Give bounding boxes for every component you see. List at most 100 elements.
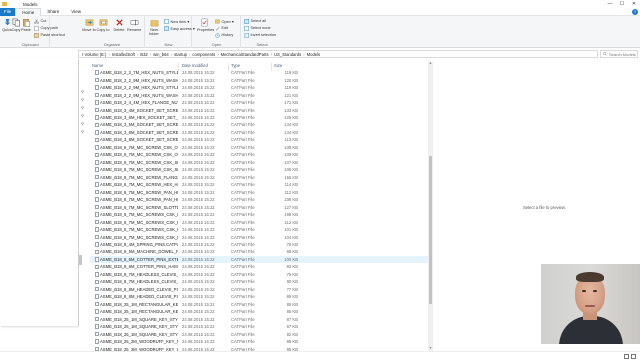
file-row[interactable]: ASME_B18_3_4M_SOCKET_SET_SCREW... 24.08.2… xyxy=(90,106,430,113)
minimize-button[interactable]: — xyxy=(604,0,616,8)
file-row[interactable]: ASME_B18_25_1M_RECTANGULAR_KEY_S... 24.08… xyxy=(90,308,430,315)
breadcrumb-b32[interactable]: B32 xyxy=(140,52,147,57)
file-row[interactable]: ASME_B18_6_7M_MC_SCREW_HEX_HEA... 24.08.2… xyxy=(90,181,430,188)
rename-button[interactable]: Rename xyxy=(127,18,141,32)
file-size: 108 KB xyxy=(284,197,298,203)
file-name: ASME_B18_6_7M_MC_SCREW_FLANGED_... xyxy=(100,174,178,180)
file-row[interactable]: ASME_B18_25_1M_RECTANGULAR_KEY_S... 24.08… xyxy=(90,301,430,308)
file-row[interactable]: ASME_B18_3_6M_HEX_SOCKET_SET_SCRE... 24.0… xyxy=(90,114,430,121)
tab-view[interactable]: View xyxy=(65,8,87,16)
paste-shortcut-button[interactable]: Paste shortcut xyxy=(34,32,65,38)
file-row[interactable]: ASME_B18_8_8M_HEADED_CLEVIS_PINS... 24.08… xyxy=(90,286,430,293)
file-row[interactable]: ASME_B18_3_5M_SOCKET_SET_SCREWS_... 24.08… xyxy=(90,121,430,128)
file-row[interactable]: ASME_B18_6_7M_MC_SCREWS_CSK_FLAT... 24.08… xyxy=(90,233,430,240)
history-button[interactable]: History xyxy=(215,32,233,38)
easy-access-button[interactable]: Easy access ▾ xyxy=(164,25,195,31)
scrollbar-thumb[interactable] xyxy=(429,156,432,304)
column-header-date[interactable]: Date modified xyxy=(182,63,208,68)
file-size: 85 KB xyxy=(286,301,298,307)
breadcrumb-win-b64[interactable]: win_b64 xyxy=(153,52,169,57)
file-row[interactable]: ASME_B18_6_7M_MC_SCREW_CSK_OVAL... 24.08.… xyxy=(90,144,430,151)
column-header-name[interactable]: Name xyxy=(92,63,103,68)
breadcrumb-startup[interactable]: startup xyxy=(174,52,187,57)
file-row[interactable]: ASME_B18_6_7M_MC_SCREW_CSK_SLOT... 24.08.… xyxy=(90,166,430,173)
file-row[interactable]: ASME_B18_2_2_9M_HEX_NUTS_WASHER... 24.08.… xyxy=(90,91,430,98)
file-row[interactable]: ASME_B18_6_7M_MC_SCREW_PAN_HEA... 24.08.2… xyxy=(90,189,430,196)
file-name: ASME_B18_25_1M_SQUARE_KEY_STYLE_C... xyxy=(100,331,178,337)
file-row[interactable]: ASME_B18_25_2M_WOODRUFF_KEY_NO... 24.08.2… xyxy=(90,338,430,345)
file-name: ASME_B18_6_7M_MC_SCREW_CSK_OVAL... xyxy=(100,152,178,158)
file-row[interactable]: ASME_B18_6_7M_MC_SCREW_FLANGED_... 24.08.… xyxy=(90,174,430,181)
file-row[interactable]: ASME_B18_8_6M_COTTER_PINS_HAMME... 24.08.… xyxy=(90,263,430,270)
file-row[interactable]: ASME_B18_6_7M_MC_SCREW_PAN_HEA... 24.08.2… xyxy=(90,196,430,203)
breadcrumb-mechanical-standard-parts[interactable]: MechanicalStandardParts xyxy=(221,52,269,57)
cut-button[interactable]: Cut xyxy=(34,18,46,24)
details-view-icon[interactable] xyxy=(624,354,629,359)
file-row[interactable]: ASME_B18_25_1M_SQUARE_KEY_STYLE_B... 24.0… xyxy=(90,323,430,330)
select-none-button[interactable]: Select none xyxy=(244,25,271,31)
edit-button[interactable]: Edit xyxy=(215,25,228,31)
navigation-scrollbar[interactable] xyxy=(79,255,82,265)
file-row[interactable]: ASME_B18_8_7M_HEADLESS_CLEVIS_PIN... 24.0… xyxy=(90,278,430,285)
file-row[interactable]: ASME_B18_6_7M_MC_SCREW_CSK_SLOT... 24.08.… xyxy=(90,159,430,166)
file-row[interactable]: ASME_B18_3_8M_SOCKET_SET_SCREWS_... 24.08… xyxy=(90,136,430,143)
file-type: CATPart File xyxy=(231,212,255,218)
tab-home[interactable]: Home xyxy=(15,7,42,16)
breadcrumb-components[interactable]: components xyxy=(192,52,215,57)
file-row[interactable]: ASME_B18_2_2_7M_HEX_NUTS_STYLE_2... 24.08… xyxy=(90,69,430,76)
move-to-button[interactable]: Move to xyxy=(82,18,96,32)
new-group: New folder New item ▾ Easy access ▾ New xyxy=(146,16,195,48)
file-row[interactable]: ASME_B18_3_6M_SOCKET_SET_SCREWS_... 24.08… xyxy=(90,129,430,136)
tab-file[interactable]: File xyxy=(0,7,16,16)
file-row[interactable]: ASME_B18_25_1M_SQUARE_KEY_STYLE_B... 24.0… xyxy=(90,315,430,322)
breadcrumb-volume[interactable]: r Volume (E:) xyxy=(82,52,106,57)
tab-share[interactable]: Share xyxy=(41,8,65,16)
file-size: 68 KB xyxy=(286,249,298,255)
file-row[interactable]: ASME_B18_2_2_9M_HEX_NUTS_STYLE_2... 24.08… xyxy=(90,84,430,91)
file-row[interactable]: ASME_B18_6_7M_MC_SCREW_SLOTTED_... 24.08.… xyxy=(90,203,430,210)
catpart-file-icon xyxy=(95,137,99,143)
file-row[interactable]: ASME_B18_6_7M_MC_SCREWS_CSK_FLAT... 24.08… xyxy=(90,226,430,233)
file-row[interactable]: ASME_B18_8_8M_HEADED_CLEVIS_PINS... 24.08… xyxy=(90,293,430,300)
file-date-modified: 24.08.2015 15:22 xyxy=(182,234,215,240)
file-row[interactable]: ASME_B18_8_4M_SPRING_PINS.CATPart 24.08.2… xyxy=(90,241,430,248)
file-row[interactable]: ASME_B18_6_7M_MC_SCREWS_CSK_FLAT... 24.08… xyxy=(90,218,430,225)
breadcrumb-us-standards[interactable]: US_Standards xyxy=(274,52,301,57)
catpart-file-icon xyxy=(95,197,99,202)
maximize-button[interactable]: ☐ xyxy=(616,0,628,8)
file-date-modified: 24.08.2015 15:22 xyxy=(182,316,215,322)
pin-icon: ⚲ xyxy=(81,105,84,110)
new-item-icon xyxy=(164,18,169,24)
file-row[interactable]: ASME_B18_25_1M_SQUARE_KEY_STYLE_C... 24.0… xyxy=(90,330,430,337)
file-row[interactable]: ASME_B18_2_2_9M_HEX_NUTS_WASHER... 24.08.… xyxy=(90,76,430,83)
column-header-type[interactable]: Type xyxy=(231,63,240,68)
file-size: 77 KB xyxy=(286,286,298,292)
file-row[interactable]: ASME_B18_8_6M_COTTER_PINS_EXTENDE... 24.0… xyxy=(90,255,430,264)
file-type: CATPart File xyxy=(231,92,255,98)
copy-path-button[interactable]: Copy path xyxy=(34,25,58,31)
properties-button[interactable]: Properties xyxy=(197,18,214,32)
copy-to-button[interactable]: Copy to xyxy=(96,18,110,32)
file-row[interactable]: ASME_B18_8_7M_HEADLESS_CLEVIS_PIN... 24.0… xyxy=(90,271,430,278)
file-row[interactable]: ASME_B18_2_4_4M_HEX_FLANGE_NUTS... 24.08.… xyxy=(90,99,430,106)
large-icons-view-icon[interactable] xyxy=(631,354,636,359)
breadcrumb-installedsoft[interactable]: InstalledSoft xyxy=(112,52,135,57)
file-name: ASME_B18_6_7M_MC_SCREW_PAN_HEA... xyxy=(100,189,178,195)
search-box[interactable]: Search Models xyxy=(600,50,638,58)
delete-button[interactable]: Delete xyxy=(112,18,126,32)
file-row[interactable]: ASME_B18_8_5M_MACHINE_DOWEL_PIN... 24.08.… xyxy=(90,248,430,255)
invert-selection-button[interactable]: Invert selection xyxy=(244,32,276,38)
breadcrumb-models[interactable]: Models xyxy=(307,52,321,57)
new-folder-button[interactable]: New folder xyxy=(147,18,161,36)
open-button[interactable]: Open ▾ xyxy=(215,18,234,24)
column-header-size[interactable]: Size xyxy=(274,63,282,68)
file-row[interactable]: ASME_B18_6_7M_MC_SCREWS_CSK_FLAT... 24.08… xyxy=(90,211,430,218)
address-bar[interactable]: r Volume (E:) › InstalledSoft › B32 › win_b… xyxy=(78,50,598,58)
paste-button[interactable]: Paste xyxy=(19,18,33,32)
file-row[interactable]: ASME_B18_6_7M_MC_SCREW_CSK_OVAL... 24.08.… xyxy=(90,151,430,158)
help-icon[interactable]: ? xyxy=(632,9,638,15)
new-item-button[interactable]: New item ▾ xyxy=(164,18,189,24)
select-all-button[interactable]: Select all xyxy=(244,18,266,24)
close-button[interactable]: ✕ xyxy=(628,0,640,8)
file-date-modified: 24.08.2015 15:22 xyxy=(182,204,215,210)
